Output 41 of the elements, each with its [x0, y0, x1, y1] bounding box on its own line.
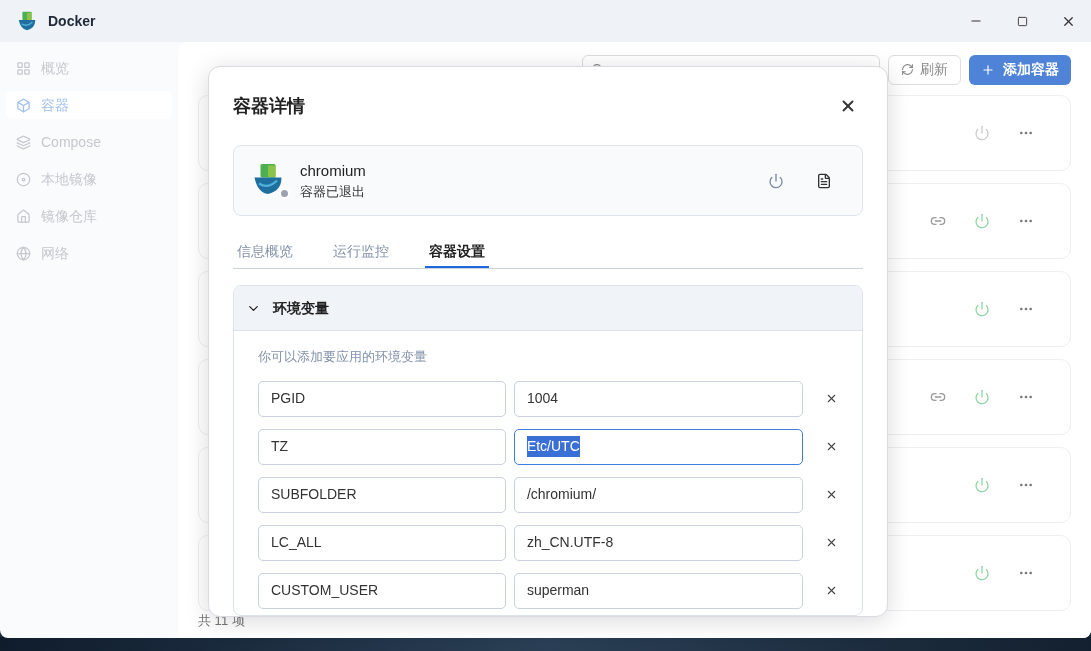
remove-button[interactable] — [825, 440, 838, 453]
input-field[interactable]: TZ — [258, 428, 506, 465]
dialog-title: 容器详情 — [233, 94, 305, 118]
add-container-button[interactable]: 添加容器 — [969, 54, 1071, 85]
layers-icon — [16, 134, 31, 150]
input-field[interactable]: Etc/UTC — [513, 428, 803, 465]
refresh-button[interactable]: 刷新 — [888, 54, 961, 85]
remove-button[interactable] — [825, 392, 838, 405]
cube-icon — [16, 97, 31, 113]
remove-button[interactable] — [825, 488, 838, 501]
input-field[interactable]: 1004 — [513, 380, 803, 417]
container-name: chromium — [300, 160, 366, 181]
whale-logo-icon — [16, 10, 38, 32]
grid-icon — [16, 60, 31, 76]
input-field[interactable]: PGID — [258, 380, 506, 417]
plus-icon — [981, 62, 995, 77]
input-field[interactable]: SUBFOLDER — [258, 476, 506, 513]
window-title: Docker — [48, 11, 96, 31]
section-header[interactable]: 环境变量 — [234, 286, 862, 331]
remove-button[interactable] — [825, 536, 838, 549]
close-icon — [825, 392, 838, 405]
input-field[interactable]: superman — [513, 572, 803, 609]
remove-button[interactable] — [825, 584, 838, 597]
disc-icon — [16, 171, 31, 187]
refresh-icon — [901, 63, 914, 77]
input-field[interactable]: zh_CN.UTF-8 — [513, 524, 803, 561]
close-icon — [825, 440, 838, 453]
maximize-icon — [1016, 15, 1028, 27]
input-field[interactable]: /chromium/ — [513, 476, 803, 513]
close-icon — [825, 536, 838, 549]
input-field[interactable]: CUSTOM_USER — [258, 572, 506, 609]
house-icon — [16, 208, 31, 224]
close-icon — [825, 584, 838, 597]
power-icon[interactable] — [768, 172, 784, 189]
globe-icon — [16, 245, 31, 261]
close-icon — [825, 488, 838, 501]
section-hint: 你可以添加要应用的环境变量 — [258, 348, 428, 366]
tab[interactable]: 容器设置 — [425, 236, 489, 268]
document-icon[interactable] — [816, 172, 832, 189]
container-status: 容器已退出 — [300, 183, 366, 201]
input-field[interactable]: LC_ALL — [258, 524, 506, 561]
